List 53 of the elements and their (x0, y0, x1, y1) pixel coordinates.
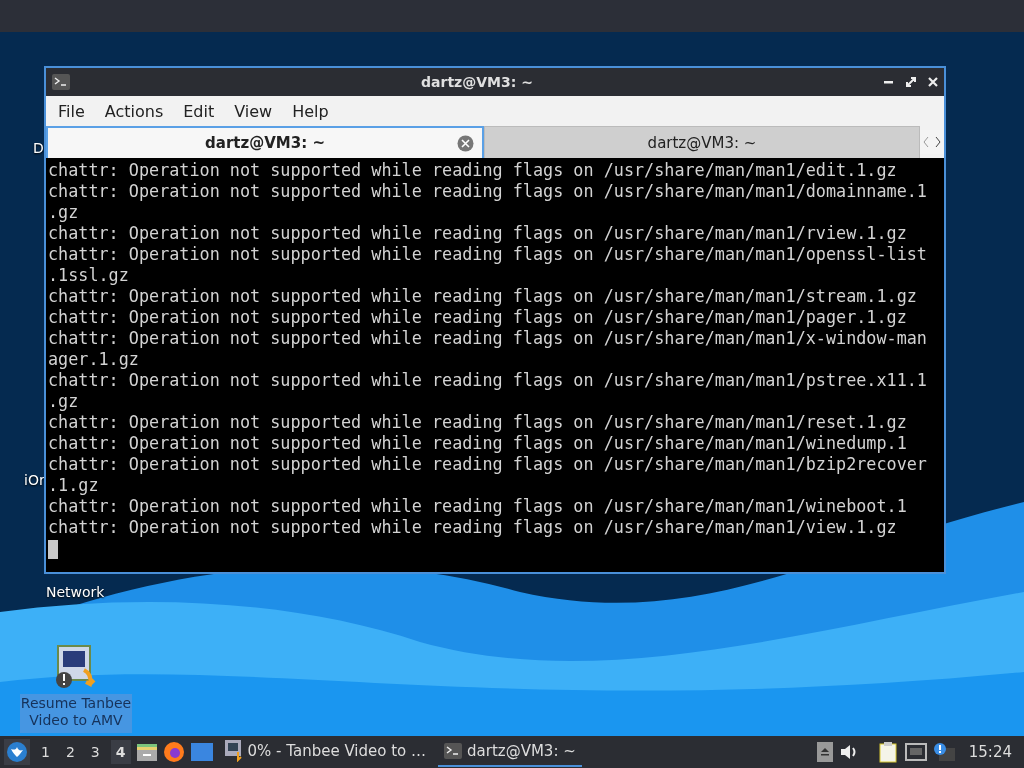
browser-icon[interactable] (162, 741, 185, 763)
menu-item[interactable]: File (48, 101, 95, 121)
app-shortcut-icon[interactable] (54, 644, 98, 690)
menu-item[interactable]: Actions (94, 101, 174, 121)
terminal-line: chattr: Operation not supported while reading flags on /usr/share/man/man1/x-window-man (48, 328, 928, 349)
menu-item[interactable]: Help (282, 101, 339, 121)
desktop-icon-label[interactable]: D (33, 140, 44, 156)
terminal-line: .1ssl.gz (48, 265, 130, 286)
terminal-line: chattr: Operation not supported while reading flags on /usr/share/man/man1/reset.1.gz (48, 412, 908, 433)
eject-icon[interactable] (816, 742, 833, 762)
close-tab-icon[interactable] (457, 135, 474, 152)
terminal-line: chattr: Operation not supported while reading flags on /usr/share/man/man1/pager.1.gz (48, 307, 908, 328)
terminal-line: chattr: Operation not supported while reading flags on /usr/share/man/man1/rview.1.gz (48, 223, 908, 244)
workspace-button[interactable]: 2 (60, 740, 80, 764)
terminal-line: chattr: Operation not supported while reading flags on /usr/share/man/man1/openssl-list (48, 244, 928, 265)
terminal-line: chattr: Operation not supported while reading flags on /usr/share/man/man1/domainname.1 (48, 181, 928, 202)
terminal-tab[interactable]: dartz@VM3: ~ (46, 126, 484, 158)
clipboard-icon[interactable] (878, 741, 899, 763)
notification-icon[interactable] (932, 742, 955, 762)
workspace-button[interactable]: 4 (110, 740, 131, 764)
terminal-line: chattr: Operation not supported while reading flags on /usr/share/man/man1/bzip2recover (48, 454, 928, 475)
window-title: dartz@VM3: ~ (420, 74, 534, 90)
file-manager-icon[interactable] (136, 742, 157, 762)
terminal-icon (444, 743, 462, 759)
terminal-icon (52, 74, 70, 90)
window-icon[interactable] (190, 743, 213, 761)
clock[interactable]: 15:24 (960, 743, 1020, 761)
taskbar-task[interactable]: 0% - Tanbee Video to … (218, 737, 432, 767)
terminal-line: chattr: Operation not supported while reading flags on /usr/share/man/man1/edit.1.gz (48, 160, 898, 181)
maximize-icon[interactable] (906, 77, 916, 87)
terminal-line: chattr: Operation not supported while reading flags on /usr/share/man/man1/pstree.x11.1 (48, 370, 928, 391)
start-menu-icon[interactable] (4, 739, 30, 765)
terminal-line: .gz (48, 202, 80, 223)
workspace-button[interactable]: 3 (85, 740, 105, 764)
menu-item[interactable]: View (224, 101, 283, 121)
desktop-icon-label[interactable]: Resume Tanbee Video to AMV (20, 694, 132, 733)
taskbar-task[interactable]: dartz@VM3: ~ (438, 737, 582, 767)
terminal-line: chattr: Operation not supported while reading flags on /usr/share/man/man1/view.1.gz (48, 517, 898, 538)
terminal-line: chattr: Operation not supported while reading flags on /usr/share/man/man1/wineboot.1 (48, 496, 908, 517)
terminal-line: .1.gz (48, 475, 100, 496)
terminal-line: .gz (48, 391, 80, 412)
app-icon (224, 740, 243, 762)
workspace-button[interactable]: 1 (36, 740, 55, 764)
desktop-icon-label[interactable]: iOr (24, 472, 45, 488)
terminal-tab[interactable]: dartz@VM3: ~ (484, 126, 920, 158)
desktop-icon-label[interactable]: Network (46, 584, 105, 600)
network-icon[interactable] (904, 743, 927, 761)
terminal-line: chattr: Operation not supported while reading flags on /usr/share/man/man1/stream.1.gz (48, 286, 918, 307)
menu-item[interactable]: Edit (173, 101, 225, 121)
close-icon[interactable] (928, 77, 938, 87)
terminal-line: ager.1.gz (48, 349, 140, 370)
terminal-line: chattr: Operation not supported while reading flags on /usr/share/man/man1/winedump.1 (48, 433, 908, 454)
text-cursor (48, 540, 58, 559)
